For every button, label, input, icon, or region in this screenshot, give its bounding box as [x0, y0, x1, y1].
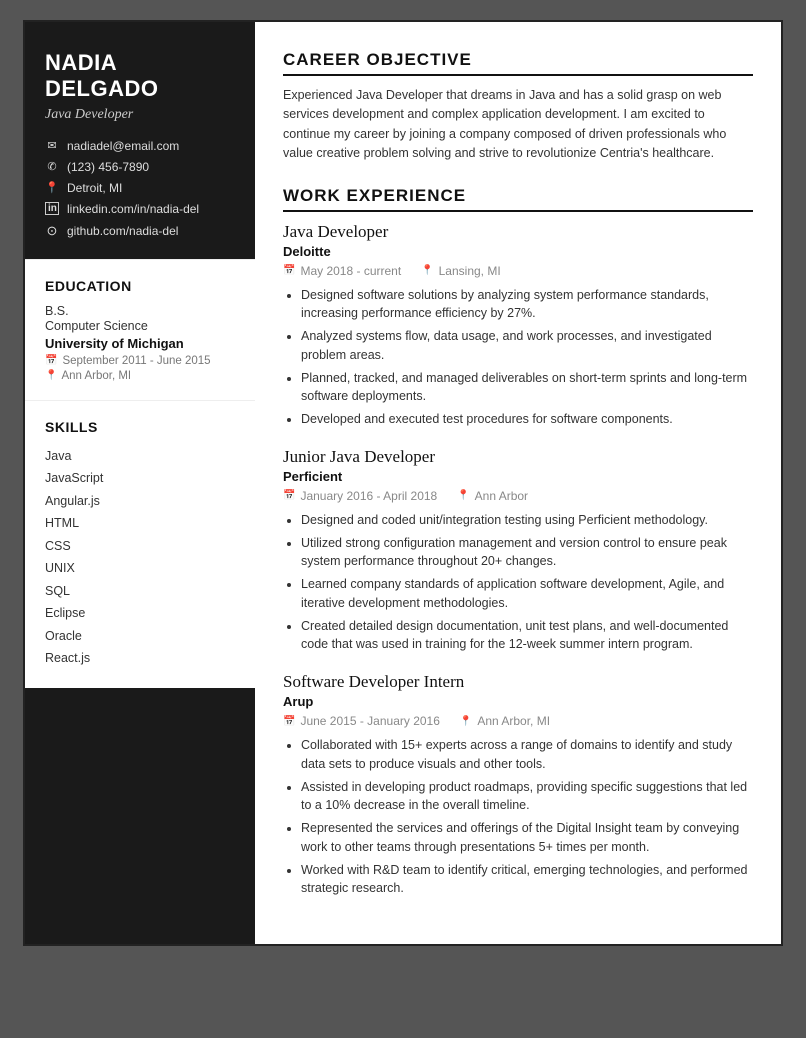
skills-list: Java JavaScript Angular.js HTML CSS UNIX… [45, 445, 235, 670]
career-objective-title: CAREER OBJECTIVE [283, 50, 753, 76]
skill-java: Java [45, 445, 235, 468]
job-2-bullets: Designed and coded unit/integration test… [283, 511, 753, 654]
job-1-company: Deloitte [283, 244, 753, 259]
job-2-bullet-4: Created detailed design documentation, u… [301, 617, 753, 655]
location-icon: 📍 [45, 181, 59, 194]
job-1-bullet-4: Developed and executed test procedures f… [301, 410, 753, 429]
job-3-bullet-1: Collaborated with 15+ experts across a r… [301, 736, 753, 774]
skill-angularjs: Angular.js [45, 490, 235, 513]
job-3-location: 📍 Ann Arbor, MI [460, 714, 550, 728]
location-icon-2: 📍 [457, 490, 469, 501]
job-2-company: Perficient [283, 469, 753, 484]
job-2-location: 📍 Ann Arbor [457, 489, 528, 503]
location-icon-3: 📍 [460, 716, 472, 727]
job-1-bullet-2: Analyzed systems flow, data usage, and w… [301, 327, 753, 365]
skills-section-title: SKILLS [45, 419, 235, 435]
contact-github: ⊙ github.com/nadia-del [45, 223, 235, 239]
skill-sql: SQL [45, 580, 235, 603]
edu-location: 📍 Ann Arbor, MI [45, 370, 235, 382]
job-1: Java Developer Deloitte 📅 May 2018 - cur… [283, 222, 753, 429]
job-3-meta: 📅 June 2015 - January 2016 📍 Ann Arbor, … [283, 714, 753, 728]
job-3: Software Developer Intern Arup 📅 June 20… [283, 672, 753, 898]
job-1-title: Java Developer [283, 222, 753, 242]
contact-linkedin: in linkedin.com/in/nadia-del [45, 202, 235, 216]
resume-container: NADIA DELGADO Java Developer ✉ nadiadel@… [23, 20, 783, 946]
education-section: EDUCATION B.S. Computer Science Universi… [25, 259, 255, 400]
skill-html: HTML [45, 512, 235, 535]
job-3-bullet-2: Assisted in developing product roadmaps,… [301, 778, 753, 816]
contact-email: ✉ nadiadel@email.com [45, 139, 235, 153]
job-2-bullet-1: Designed and coded unit/integration test… [301, 511, 753, 530]
github-icon: ⊙ [45, 223, 59, 239]
job-3-dates: 📅 June 2015 - January 2016 [283, 714, 440, 728]
job-1-meta: 📅 May 2018 - current 📍 Lansing, MI [283, 264, 753, 278]
candidate-name: NADIA DELGADO [45, 50, 235, 103]
skill-javascript: JavaScript [45, 467, 235, 490]
job-3-bullet-3: Represented the services and offerings o… [301, 819, 753, 857]
career-objective-section: CAREER OBJECTIVE Experienced Java Develo… [283, 50, 753, 164]
contact-list: ✉ nadiadel@email.com ✆ (123) 456-7890 📍 … [45, 139, 235, 239]
phone-icon: ✆ [45, 160, 59, 173]
career-objective-text: Experienced Java Developer that dreams i… [283, 86, 753, 164]
skill-eclipse: Eclipse [45, 602, 235, 625]
calendar-icon-2: 📅 [283, 490, 295, 501]
calendar-icon-3: 📅 [283, 716, 295, 727]
calendar-icon-1: 📅 [283, 265, 295, 276]
job-1-bullets: Designed software solutions by analyzing… [283, 286, 753, 429]
job-2-bullet-3: Learned company standards of application… [301, 575, 753, 613]
contact-location: 📍 Detroit, MI [45, 181, 235, 195]
edu-degree: B.S. [45, 304, 235, 318]
skill-reactjs: React.js [45, 647, 235, 670]
linkedin-icon: in [45, 202, 59, 215]
work-experience-title: WORK EXPERIENCE [283, 186, 753, 212]
candidate-title: Java Developer [45, 107, 235, 123]
location-pin-icon: 📍 [45, 370, 57, 381]
skill-unix: UNIX [45, 557, 235, 580]
job-3-company: Arup [283, 694, 753, 709]
skill-css: CSS [45, 535, 235, 558]
job-1-bullet-3: Planned, tracked, and managed deliverabl… [301, 369, 753, 407]
job-1-bullet-1: Designed software solutions by analyzing… [301, 286, 753, 324]
sidebar: NADIA DELGADO Java Developer ✉ nadiadel@… [25, 22, 255, 944]
job-2: Junior Java Developer Perficient 📅 Janua… [283, 447, 753, 654]
edu-school: University of Michigan [45, 336, 235, 351]
location-icon-1: 📍 [421, 265, 433, 276]
edu-field: Computer Science [45, 319, 235, 333]
job-1-dates: 📅 May 2018 - current [283, 264, 401, 278]
edu-dates: 📅 September 2011 - June 2015 [45, 355, 235, 367]
job-2-dates: 📅 January 2016 - April 2018 [283, 489, 437, 503]
email-icon: ✉ [45, 139, 59, 152]
job-1-location: 📍 Lansing, MI [421, 264, 501, 278]
job-3-title: Software Developer Intern [283, 672, 753, 692]
contact-phone: ✆ (123) 456-7890 [45, 160, 235, 174]
job-2-meta: 📅 January 2016 - April 2018 📍 Ann Arbor [283, 489, 753, 503]
skills-section: SKILLS Java JavaScript Angular.js HTML C… [25, 400, 255, 688]
job-2-bullet-2: Utilized strong configuration management… [301, 534, 753, 572]
sidebar-header: NADIA DELGADO Java Developer ✉ nadiadel@… [25, 22, 255, 259]
work-experience-section: WORK EXPERIENCE Java Developer Deloitte … [283, 186, 753, 899]
job-3-bullets: Collaborated with 15+ experts across a r… [283, 736, 753, 898]
job-3-bullet-4: Worked with R&D team to identify critica… [301, 861, 753, 899]
calendar-icon: 📅 [45, 355, 57, 366]
main-content: CAREER OBJECTIVE Experienced Java Develo… [255, 22, 781, 944]
job-2-title: Junior Java Developer [283, 447, 753, 467]
education-section-title: EDUCATION [45, 278, 235, 294]
skill-oracle: Oracle [45, 625, 235, 648]
